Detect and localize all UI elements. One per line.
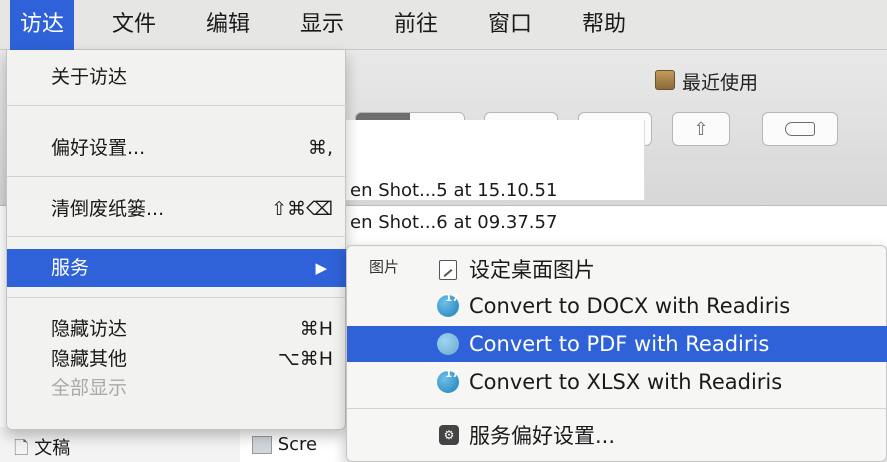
menu-finder[interactable]: 访达 xyxy=(10,0,75,50)
set-desktop-picture-icon xyxy=(439,260,461,282)
menu-item-label: 服务 xyxy=(51,257,90,279)
menu-item-label: 全部显示 xyxy=(51,377,128,399)
menu-item-show-all: 全部显示 xyxy=(7,369,347,407)
menu-separator xyxy=(7,105,347,106)
readiris-icon: 17 xyxy=(437,293,459,317)
menu-item-empty-trash[interactable]: 清倒废纸篓... ⇧⌘⌫ xyxy=(7,190,347,228)
menu-separator xyxy=(7,297,347,298)
menu-item-preferences[interactable]: 偏好设置... ⌘, xyxy=(7,129,347,167)
recents-folder-icon xyxy=(655,70,675,90)
menu-item-shortcut: ⇧⌘⌫ xyxy=(271,198,333,220)
system-preferences-icon: ⚙ xyxy=(439,425,461,447)
menu-bar: 访达 文件 编辑 显示 前往 窗口 帮助 xyxy=(0,0,887,50)
menu-window[interactable]: 窗口 xyxy=(478,0,542,50)
menu-item-label: 偏好设置... xyxy=(51,137,146,159)
submenu-item-convert-pdf[interactable]: Convert to PDF with Readiris xyxy=(347,326,887,362)
menu-separator xyxy=(7,176,347,177)
menu-view[interactable]: 显示 xyxy=(290,0,354,50)
submenu-item-label: Convert to PDF with Readiris xyxy=(469,332,770,356)
menu-item-label: 清倒废纸篓... xyxy=(51,198,165,220)
menu-item-label: 关于访达 xyxy=(51,66,128,88)
file-name[interactable]: en Shot...5 at 15.10.51 xyxy=(350,180,557,201)
submenu-item-services-preferences[interactable]: ⚙ 服务偏好设置... xyxy=(347,418,887,454)
screenshot-file-icon xyxy=(252,436,272,454)
menu-separator xyxy=(7,236,347,237)
document-icon: 🗋 xyxy=(14,438,29,459)
submenu-item-convert-docx[interactable]: 17 Convert to DOCX with Readiris xyxy=(347,288,887,324)
readiris-icon: 17 xyxy=(437,369,459,393)
finder-dropdown-menu: 关于访达 偏好设置... ⌘, 清倒废纸篓... ⇧⌘⌫ 服务 ▶ 隐藏访达 ⌘… xyxy=(6,50,347,430)
submenu-item-convert-xlsx[interactable]: 17 Convert to XLSX with Readiris xyxy=(347,364,887,400)
menu-separator xyxy=(347,408,887,409)
submenu-item-label: Convert to DOCX with Readiris xyxy=(469,294,791,318)
submenu-arrow-icon: ▶ xyxy=(315,259,327,277)
services-submenu: 图片 设定桌面图片 17 Convert to DOCX with Readir… xyxy=(346,245,887,462)
menu-item-shortcut: ⌘, xyxy=(307,137,333,159)
share-icon: ⇧ xyxy=(693,118,709,140)
submenu-item-set-desktop[interactable]: 设定桌面图片 xyxy=(347,252,887,288)
readiris-icon xyxy=(437,333,459,355)
submenu-item-label: Convert to XLSX with Readiris xyxy=(469,370,783,394)
list-item[interactable]: Scre xyxy=(252,434,317,455)
sidebar-item-documents[interactable]: 🗋 文稿 xyxy=(14,434,70,462)
menu-file[interactable]: 文件 xyxy=(102,0,166,50)
sidebar-item-label: 文稿 xyxy=(34,438,71,459)
menu-go[interactable]: 前往 xyxy=(384,0,448,50)
menu-help[interactable]: 帮助 xyxy=(572,0,636,50)
window-title: 最近使用 xyxy=(682,72,759,94)
file-name: Scre xyxy=(277,434,318,455)
menu-item-about[interactable]: 关于访达 xyxy=(7,58,347,96)
submenu-item-label: 服务偏好设置... xyxy=(469,424,616,448)
file-name[interactable]: en Shot...6 at 09.37.57 xyxy=(350,212,557,233)
submenu-item-label: 设定桌面图片 xyxy=(469,258,595,282)
share-button[interactable]: ⇧ xyxy=(672,112,730,146)
tag-icon xyxy=(785,122,815,136)
tags-button[interactable] xyxy=(762,112,838,146)
menu-edit[interactable]: 编辑 xyxy=(196,0,260,50)
menu-item-services[interactable]: 服务 ▶ xyxy=(7,249,347,287)
